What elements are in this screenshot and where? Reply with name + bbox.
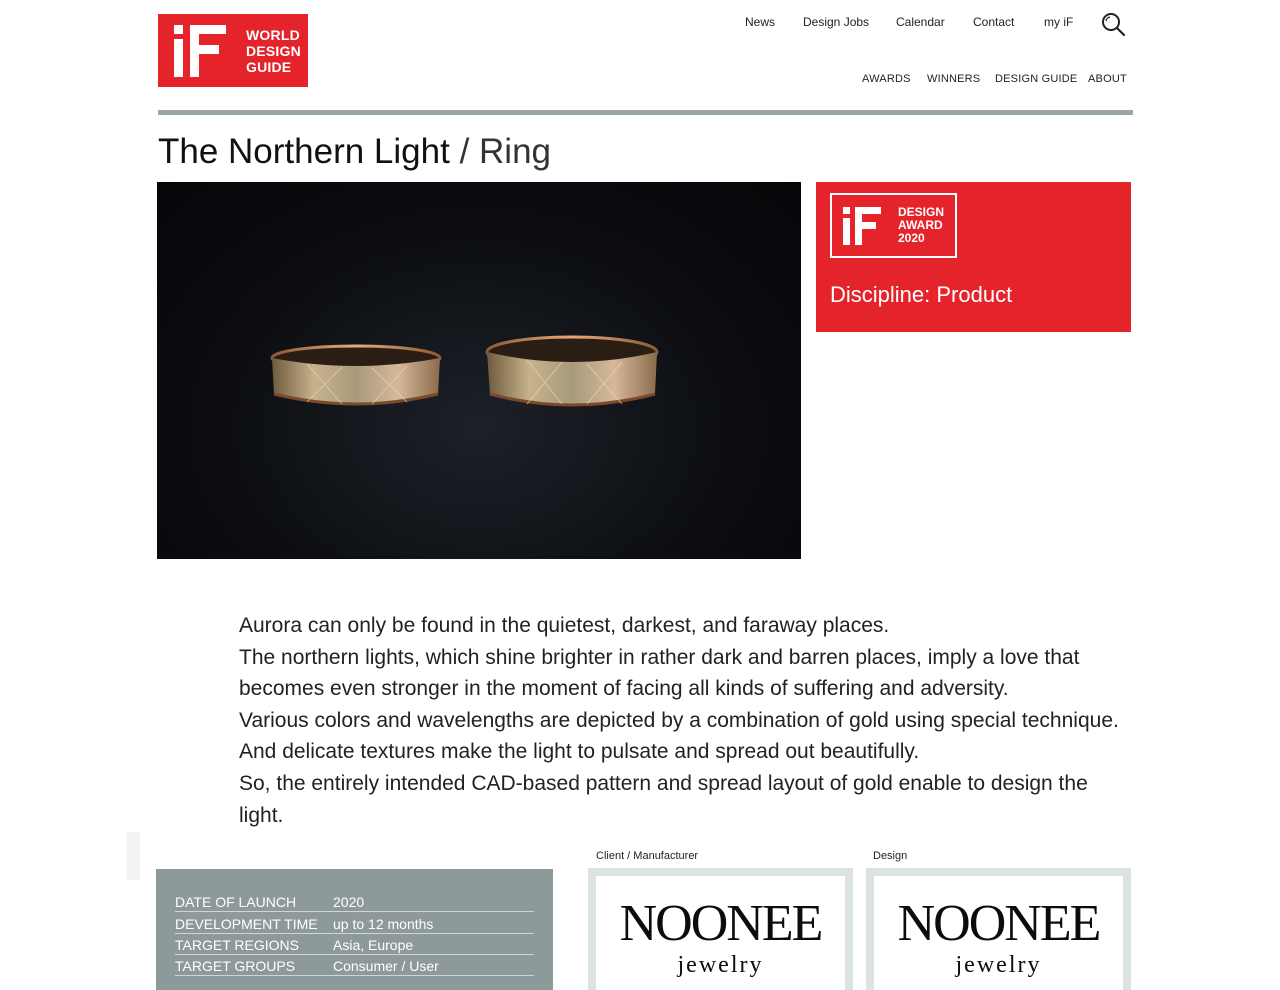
designer-card[interactable]: NOONEE jewelry xyxy=(866,868,1131,990)
nav-news[interactable]: News xyxy=(745,15,775,29)
title-separator: / xyxy=(459,132,470,171)
product-name: The Northern Light xyxy=(158,132,450,171)
nav-winners[interactable]: WINNERS xyxy=(927,73,980,85)
if-world-design-guide-logo[interactable]: WORLD DESIGN GUIDE xyxy=(158,14,308,87)
client-card[interactable]: NOONEE jewelry xyxy=(588,868,853,990)
top-navigation: News Design Jobs Calendar Contact my iF xyxy=(720,15,1130,37)
nav-design-jobs[interactable]: Design Jobs xyxy=(803,15,869,29)
fact-value: Asia, Europe xyxy=(333,936,414,953)
award-panel: DESIGN AWARD 2020 Discipline: Product xyxy=(816,182,1131,332)
product-image[interactable] xyxy=(157,182,801,559)
side-decoration xyxy=(127,832,140,880)
fact-value: 2020 xyxy=(333,894,365,911)
description-paragraph: The northern lights, which shine brighte… xyxy=(239,645,1080,701)
logo-wordmark: WORLD DESIGN GUIDE xyxy=(246,27,301,75)
product-description: Aurora can only be found in the quietest… xyxy=(239,610,1129,831)
designer-name: NOONEE xyxy=(897,895,1102,952)
client-name: NOONEE xyxy=(619,895,824,952)
product-category: Ring xyxy=(479,132,552,171)
fact-label: TARGET REGIONS xyxy=(175,936,299,953)
logo-line: GUIDE xyxy=(246,58,292,75)
nav-calendar[interactable]: Calendar xyxy=(896,15,945,29)
header-divider xyxy=(158,110,1133,115)
fact-row: TARGET REGIONS Asia, Europe xyxy=(175,934,534,955)
fact-label: TARGET GROUPS xyxy=(175,958,296,975)
fact-label: DEVELOPMENT TIME xyxy=(175,915,318,932)
logo-line: DESIGN xyxy=(246,42,301,59)
award-badge-text: DESIGN AWARD 2020 xyxy=(898,206,944,245)
facts-table: DATE OF LAUNCH 2020 DEVELOPMENT TIME up … xyxy=(156,869,553,990)
discipline-label: Discipline: Product xyxy=(830,282,1013,307)
main-navigation: AWARDS WINNERS DESIGN GUIDE ABOUT xyxy=(850,73,1130,91)
search-icon[interactable] xyxy=(1100,11,1126,37)
client-subtitle: jewelry xyxy=(677,952,764,978)
fact-row: DATE OF LAUNCH 2020 xyxy=(175,891,534,913)
if-logo-icon xyxy=(170,21,230,81)
if-logo-icon xyxy=(840,204,884,248)
fact-label: DATE OF LAUNCH xyxy=(175,894,297,911)
award-line: 2020 xyxy=(898,231,925,245)
page-title: The Northern Light / Ring xyxy=(158,130,551,174)
fact-row: TARGET GROUPS Consumer / User xyxy=(175,955,534,977)
nav-awards[interactable]: AWARDS xyxy=(862,73,911,85)
description-paragraph: So, the entirely intended CAD-based patt… xyxy=(239,771,1088,827)
nav-my-if[interactable]: my iF xyxy=(1044,15,1073,29)
client-label: Client / Manufacturer xyxy=(596,850,699,862)
nav-design-guide[interactable]: DESIGN GUIDE xyxy=(995,73,1077,85)
fact-value: Consumer / User xyxy=(333,958,439,975)
fact-value: up to 12 months xyxy=(333,915,434,932)
nav-about[interactable]: ABOUT xyxy=(1088,73,1127,85)
description-paragraph: Aurora can only be found in the quietest… xyxy=(239,614,890,637)
client-logo: NOONEE jewelry xyxy=(596,876,845,990)
design-award-badge[interactable]: DESIGN AWARD 2020 xyxy=(830,193,957,258)
design-label: Design xyxy=(873,850,908,862)
rings-illustration xyxy=(270,335,659,407)
nav-contact[interactable]: Contact xyxy=(973,15,1014,29)
description-paragraph: Various colors and wavelengths are depic… xyxy=(239,708,1119,764)
fact-row: DEVELOPMENT TIME up to 12 months xyxy=(175,912,534,934)
logo-line: WORLD xyxy=(246,26,300,43)
designer-subtitle: jewelry xyxy=(955,952,1042,978)
designer-logo: NOONEE jewelry xyxy=(874,876,1123,990)
